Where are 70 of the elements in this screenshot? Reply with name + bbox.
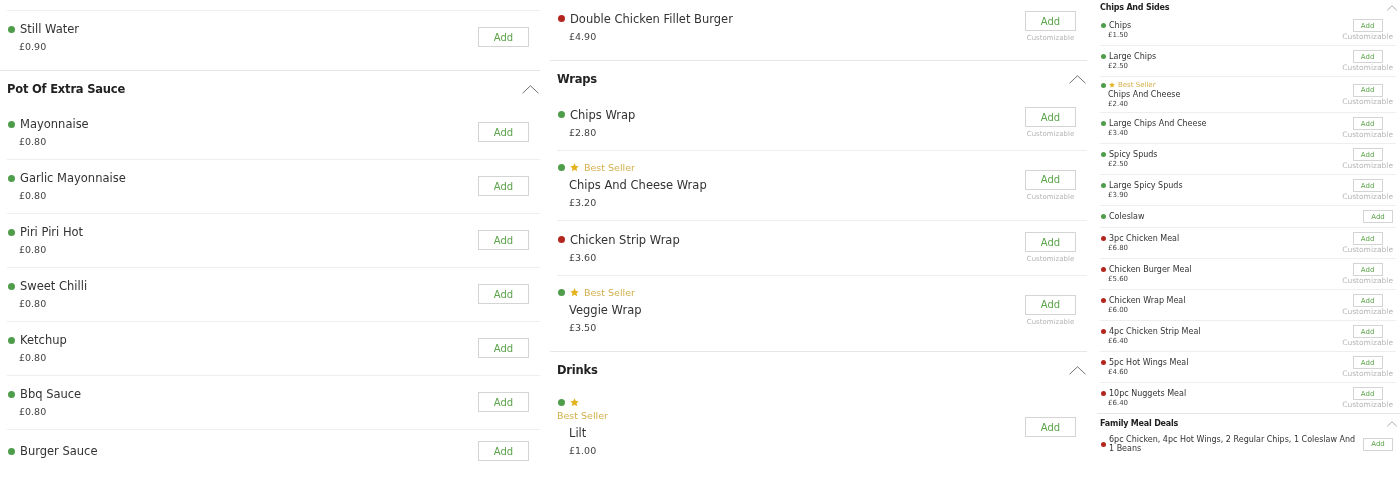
item-name: Chips <box>1109 21 1132 30</box>
section-title: Wraps <box>557 72 597 86</box>
item-name: 6pc Chicken, 4pc Hot Wings, 2 Regular Chips, 1 Coleslaw And 1 Beans <box>1109 435 1357 453</box>
item-name: Chicken Wrap Meal <box>1109 296 1186 305</box>
item-name: Lilt <box>569 426 588 440</box>
section-title: Chips And Sides <box>1100 3 1170 12</box>
add-button[interactable]: Add <box>478 338 529 358</box>
item-name: 5pc Hot Wings Meal <box>1109 358 1189 367</box>
star-icon <box>1109 82 1115 88</box>
section-title: Drinks <box>557 363 598 377</box>
add-button[interactable]: Add <box>478 176 529 196</box>
star-icon <box>570 163 579 172</box>
add-button[interactable]: Add <box>1025 417 1076 437</box>
item-name: Chicken Strip Wrap <box>570 232 680 247</box>
chevron-up-icon[interactable] <box>1069 74 1086 84</box>
add-button[interactable]: Add <box>1025 107 1076 127</box>
item-price: £0.80 <box>19 244 48 255</box>
item-price: £3.60 <box>569 251 598 263</box>
add-button[interactable]: Add <box>1025 11 1076 31</box>
star-icon <box>570 288 579 297</box>
section-title: Family Meal Deals <box>1100 419 1179 428</box>
add-button[interactable]: Add <box>478 122 529 142</box>
item-name: Chips And Cheese <box>1108 90 1182 99</box>
item-name: Large Chips <box>1109 52 1157 61</box>
add-button[interactable]: Add <box>478 27 529 47</box>
item-name: 10pc Nuggets Meal <box>1109 389 1187 398</box>
item-name: Chips Wrap <box>570 107 636 122</box>
item-price: £2.80 <box>569 126 598 138</box>
add-button[interactable]: Add <box>478 284 529 304</box>
item-price: £1.00 <box>569 445 598 456</box>
item-price: £3.50 <box>569 322 598 333</box>
section-title: Pot Of Extra Sauce <box>7 82 126 96</box>
item-name: Mayonnaise <box>20 117 89 131</box>
add-button[interactable]: Add <box>1025 169 1076 190</box>
item-price: £0.80 <box>19 406 48 417</box>
best-seller-label: Best Seller <box>584 162 635 173</box>
item-name: Veggie Wrap <box>569 303 642 317</box>
item-name: Coleslaw <box>1109 212 1145 221</box>
item-name: Still Water <box>20 22 80 36</box>
item-price: £3.20 <box>569 197 598 208</box>
chevron-up-icon[interactable] <box>522 84 539 94</box>
item-name: Spicy Spuds <box>1109 150 1158 159</box>
add-button[interactable]: Add <box>1025 294 1076 315</box>
item-name: Double Chicken Fillet Burger <box>570 11 733 26</box>
item-name: 3pc Chicken Meal <box>1109 234 1180 243</box>
item-price: £0.80 <box>19 298 48 309</box>
item-name: 4pc Chicken Strip Meal <box>1109 327 1201 336</box>
item-name: Burger Sauce <box>20 444 98 458</box>
item-price: £0.80 <box>19 352 48 363</box>
item-name: Chips And Cheese Wrap <box>569 178 707 192</box>
item-name: Bbq Sauce <box>20 387 82 401</box>
item-name: Large Spicy Spuds <box>1109 181 1183 190</box>
item-price: £0.80 <box>19 136 48 147</box>
best-seller-label: Best Seller <box>584 287 635 298</box>
star-icon <box>570 398 579 407</box>
add-button[interactable]: Add <box>478 392 529 412</box>
item-name: Garlic Mayonnaise <box>20 171 126 185</box>
add-button[interactable]: Add <box>478 441 529 461</box>
item-name: Ketchup <box>20 333 67 347</box>
item-price: £4.90 <box>569 30 598 42</box>
item-price: £0.80 <box>19 190 48 201</box>
item-name: Sweet Chilli <box>20 279 88 293</box>
item-price: £0.90 <box>19 41 48 52</box>
chevron-up-icon[interactable] <box>1069 365 1086 375</box>
item-name: Piri Piri Hot <box>20 225 84 239</box>
best-seller-label: Best Seller <box>557 410 608 421</box>
item-name: Large Chips And Cheese <box>1109 119 1207 128</box>
item-name: Chicken Burger Meal <box>1109 265 1192 274</box>
add-button[interactable]: Add <box>1025 232 1076 252</box>
add-button[interactable]: Add <box>478 230 529 250</box>
